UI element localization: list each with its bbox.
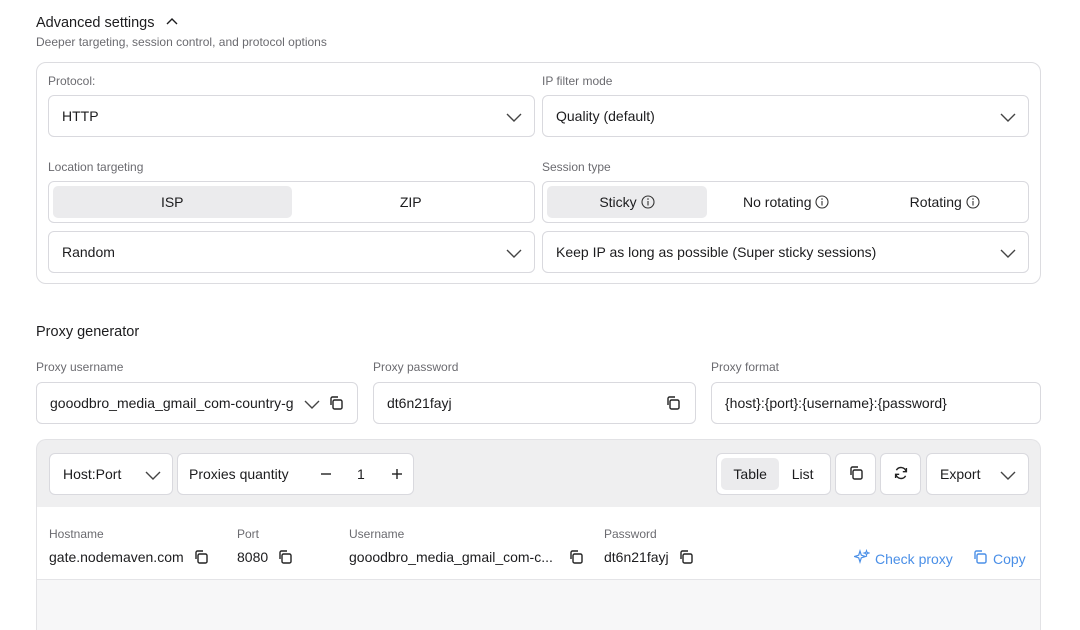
copy-icon[interactable]	[568, 549, 584, 565]
minus-icon[interactable]	[318, 466, 334, 482]
refresh-icon	[893, 465, 909, 484]
ip-filter-label: IP filter mode	[542, 74, 613, 88]
table-empty-area	[37, 580, 1040, 630]
chevron-down-icon	[505, 244, 523, 262]
check-proxy-link[interactable]: Check proxy	[852, 548, 953, 568]
chevron-down-icon	[999, 466, 1017, 484]
host-port-select[interactable]: Host:Port	[49, 453, 173, 495]
proxies-quantity-value[interactable]: 1	[357, 466, 365, 482]
copy-all-button[interactable]	[835, 453, 876, 495]
proxy-format-label: Proxy format	[711, 360, 780, 374]
chevron-down-icon	[999, 108, 1017, 126]
cell-password: dt6n21fayj	[604, 549, 694, 565]
copy-icon[interactable]	[665, 395, 681, 411]
proxies-quantity-label: Proxies quantity	[189, 466, 289, 482]
generator-toolbar: Host:Port Proxies quantity 1 Table List …	[36, 439, 1041, 507]
session-type-segmented: Sticky No rotating Rotating	[542, 181, 1029, 223]
view-table-button[interactable]: Table	[721, 458, 780, 490]
proxy-username-value: gooodbro_media_gmail_com-country-g	[50, 395, 294, 411]
location-option-isp[interactable]: ISP	[53, 186, 292, 218]
ip-filter-value: Quality (default)	[556, 108, 655, 124]
chevron-down-icon	[999, 244, 1017, 262]
copy-icon[interactable]	[277, 549, 293, 565]
proxies-quantity-stepper: Proxies quantity 1	[177, 453, 414, 495]
sparkle-icon	[852, 548, 871, 568]
location-targeting-label: Location targeting	[48, 160, 144, 174]
protocol-value: HTTP	[62, 108, 99, 124]
chevron-down-icon	[505, 108, 523, 126]
advanced-settings-subtitle: Deeper targeting, session control, and p…	[36, 35, 327, 49]
session-type-label: Session type	[542, 160, 611, 174]
copy-icon[interactable]	[678, 549, 694, 565]
proxy-generator-title: Proxy generator	[36, 324, 140, 340]
column-header-username: Username	[349, 527, 405, 541]
location-value: Random	[62, 244, 115, 260]
proxy-username-label: Proxy username	[36, 360, 124, 374]
copy-icon[interactable]	[328, 395, 344, 411]
chevron-up-icon	[165, 15, 179, 31]
advanced-settings-title: Advanced settings	[36, 15, 155, 31]
info-icon	[815, 195, 830, 209]
view-toggle: Table List	[716, 453, 831, 495]
session-value: Keep IP as long as possible (Super stick…	[556, 244, 877, 260]
protocol-select[interactable]: HTTP	[48, 95, 535, 137]
plus-icon[interactable]	[389, 466, 405, 482]
session-option-no-rotating[interactable]: No rotating	[707, 186, 866, 218]
info-icon	[641, 195, 655, 209]
info-icon	[966, 195, 980, 209]
column-header-password: Password	[604, 527, 657, 541]
proxy-password-label: Proxy password	[373, 360, 459, 374]
advanced-settings-toggle[interactable]: Advanced settings	[36, 15, 179, 31]
session-option-sticky[interactable]: Sticky	[547, 186, 707, 218]
cell-port: 8080	[237, 549, 293, 565]
location-value-select[interactable]: Random	[48, 231, 535, 273]
copy-icon[interactable]	[193, 549, 209, 565]
copy-icon	[848, 465, 864, 484]
cell-hostname: gate.nodemaven.com	[49, 549, 209, 565]
chevron-down-icon	[303, 395, 321, 413]
copy-row-link[interactable]: Copy	[972, 549, 1026, 568]
proxy-table: Hostname Port Username Password gate.nod…	[36, 507, 1041, 630]
proxy-format-value: {host}:{port}:{username}:{password}	[725, 395, 947, 411]
cell-username: gooodbro_media_gmail_com-c...	[349, 549, 584, 565]
proxy-username-select[interactable]: gooodbro_media_gmail_com-country-g	[36, 382, 358, 424]
location-option-zip[interactable]: ZIP	[292, 186, 531, 218]
chevron-down-icon	[144, 466, 162, 484]
export-select[interactable]: Export	[926, 453, 1029, 495]
refresh-button[interactable]	[880, 453, 921, 495]
copy-icon	[972, 549, 988, 568]
proxy-password-field[interactable]: dt6n21fayj	[373, 382, 696, 424]
protocol-label: Protocol:	[48, 74, 96, 88]
column-header-port: Port	[237, 527, 260, 541]
view-list-button[interactable]: List	[779, 458, 826, 490]
proxy-password-value: dt6n21fayj	[387, 395, 452, 411]
location-targeting-segmented: ISP ZIP	[48, 181, 535, 223]
ip-filter-select[interactable]: Quality (default)	[542, 95, 1029, 137]
column-header-hostname: Hostname	[49, 527, 104, 541]
session-option-rotating[interactable]: Rotating	[866, 186, 1025, 218]
session-value-select[interactable]: Keep IP as long as possible (Super stick…	[542, 231, 1029, 273]
proxy-format-field[interactable]: {host}:{port}:{username}:{password}	[711, 382, 1041, 424]
